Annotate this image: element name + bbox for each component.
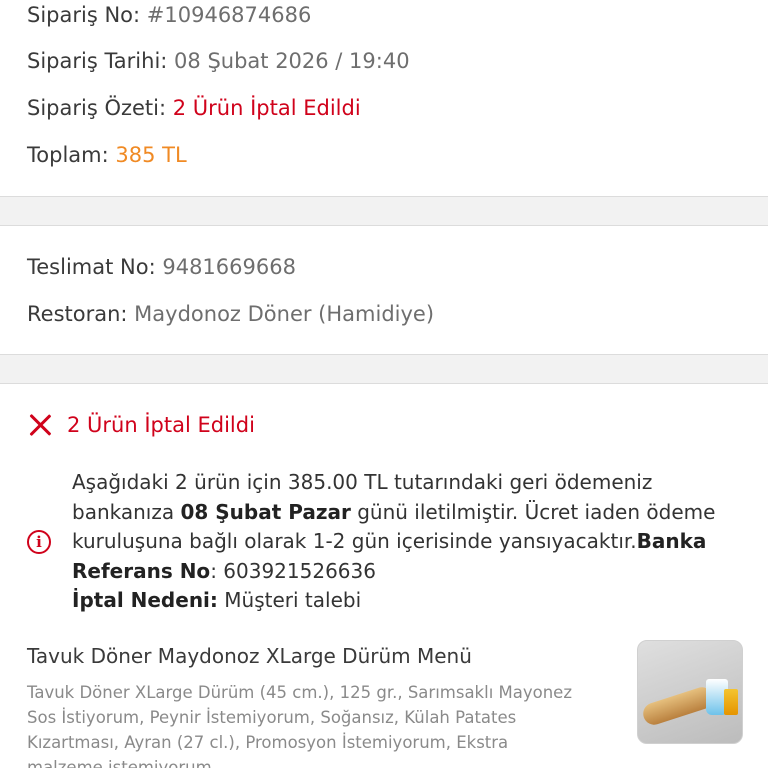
order-summary-row: Sipariş Özeti: 2 Ürün İptal Edildi [27,96,361,120]
info-icon: i [27,530,51,554]
section-divider [0,354,768,384]
order-total-label: Toplam: [27,143,109,167]
order-date-label: Sipariş Tarihi: [27,49,168,73]
durum-wrap-shape [640,684,716,728]
order-info-section: Sipariş No: #10946874686 Sipariş Tarihi:… [0,0,768,196]
delivery-section: Teslimat No: 9481669668 Restoran: Maydon… [0,226,768,354]
delivery-no-row: Teslimat No: 9481669668 [27,255,296,279]
cancellation-title: 2 Ürün İptal Edildi [67,413,255,437]
refund-date: 08 Şubat Pazar [180,499,351,524]
product-description: Tavuk Döner XLarge Dürüm (45 cm.), 125 g… [27,683,572,768]
order-no-row: Sipariş No: #10946874686 [27,3,311,27]
order-date-row: Sipariş Tarihi: 08 Şubat 2026 / 19:40 [27,49,410,73]
bank-ref-value: : 603921526636 [210,558,376,583]
order-date-value: 08 Şubat 2026 / 19:40 [174,49,410,73]
product-title: Tavuk Döner Maydonoz XLarge Dürüm Menü [27,644,472,668]
restaurant-value: Maydonoz Döner (Hamidiye) [134,302,435,326]
close-icon [27,412,53,438]
order-total-row: Toplam: 385 TL [27,143,187,167]
restaurant-label: Restoran: [27,302,128,326]
order-total-value: 385 TL [115,143,187,167]
delivery-no-label: Teslimat No: [27,255,156,279]
cancel-reason-label: İptal Nedeni: [72,588,218,613]
delivery-no-value: 9481669668 [162,255,296,279]
order-no-value: #10946874686 [146,3,312,27]
cancel-reason-value: Müşteri talebi [217,588,362,613]
section-divider [0,196,768,226]
restaurant-row: Restoran: Maydonoz Döner (Hamidiye) [27,302,434,326]
order-summary-label: Sipariş Özeti: [27,96,167,120]
refund-info-text: Aşağıdaki 2 ürün için 385.00 TL tutarınd… [72,468,752,616]
order-no-label: Sipariş No: [27,3,141,27]
cancellation-header: 2 Ürün İptal Edildi [27,412,255,438]
product-image[interactable] [637,640,743,744]
order-summary-value: 2 Ürün İptal Edildi [172,96,361,120]
fries-shape [724,689,738,715]
